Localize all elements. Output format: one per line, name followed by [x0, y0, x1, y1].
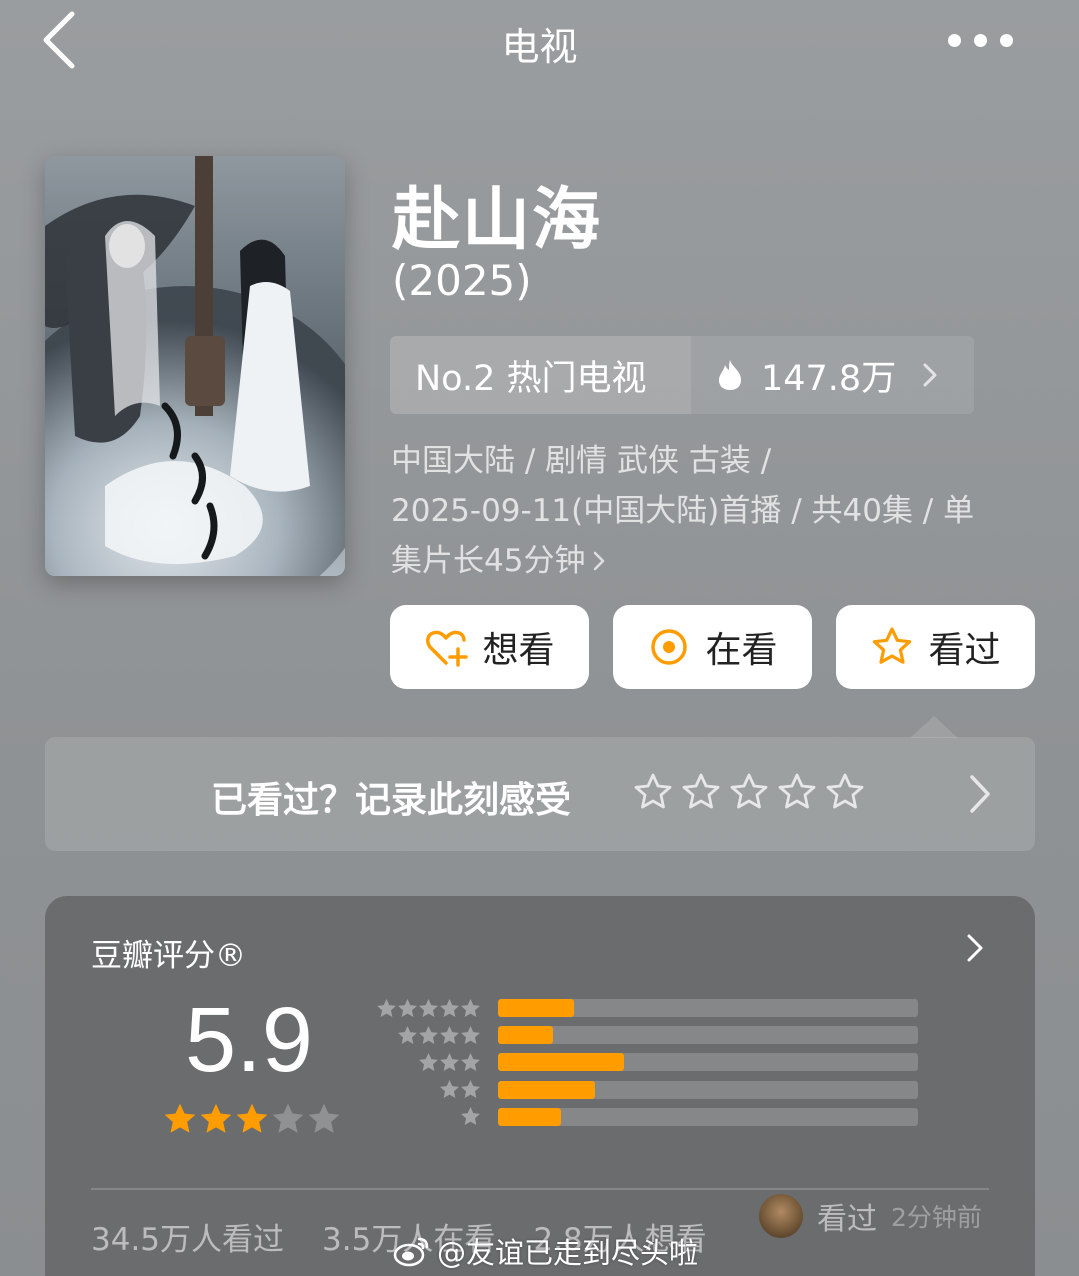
poster-image[interactable] [45, 156, 345, 576]
star-empty-icon [272, 1103, 304, 1133]
rating-score: 5.9 [185, 989, 313, 1091]
poster-art [45, 156, 345, 576]
show-title: 赴山海 [392, 181, 603, 260]
rank-badge[interactable]: No.2 热门电视 147.8万 [390, 336, 974, 414]
distribution-stars [375, 1079, 481, 1100]
meta-line-last: 集片长45分钟 [391, 536, 1031, 586]
star-outline-icon[interactable] [825, 772, 865, 812]
distribution-stars [375, 998, 481, 1019]
distribution-bar [498, 1026, 553, 1045]
star-icon [440, 1052, 459, 1071]
distribution-track [498, 1053, 918, 1072]
star-filled-icon [200, 1103, 232, 1133]
want-label: 想看 [482, 630, 555, 671]
watched-label: 看过 [928, 630, 1001, 671]
rating-stars [163, 1102, 341, 1136]
heat-value: 147.8万 [761, 358, 897, 399]
more-button[interactable] [948, 28, 1020, 52]
star-icon [440, 998, 459, 1017]
star-icon [398, 1025, 417, 1044]
chevron-right-icon [594, 551, 605, 571]
meta-line: 2025-09-11(中国大陆)首播 / 共40集 / 单 [391, 493, 975, 529]
fire-icon [719, 360, 741, 390]
more-icon-dot [974, 33, 987, 47]
star-icon [461, 1025, 480, 1044]
distribution-stars [375, 1052, 481, 1073]
watching-label: 在看 [705, 630, 778, 671]
meta-line: 中国大陆 / 剧情 武侠 古装 / [391, 443, 772, 479]
distribution-bar [498, 999, 574, 1017]
star-outline-icon [873, 627, 912, 664]
weibo-watermark: @友谊已走到尽头啦 [393, 1230, 698, 1272]
distribution-row [375, 997, 918, 1019]
star-icon [440, 1080, 459, 1099]
chevron-right-icon [970, 775, 990, 813]
rating-card[interactable]: 豆瓣评分® 5.9 34.5万人看过 3.5万人在看 2.8万人想看 看过 2分… [45, 896, 1035, 1276]
more-icon-dot [1000, 33, 1013, 47]
stat-watched[interactable]: 34.5万人看过 [91, 1214, 284, 1259]
want-to-watch-button[interactable]: 想看 [390, 605, 589, 689]
distribution-track [498, 1107, 918, 1126]
rate-prompt-text: 已看过？记录此刻感受 [211, 780, 572, 821]
watermark-text: @友谊已走到尽头啦 [437, 1236, 699, 1270]
friend-activity[interactable]: 看过 2分钟前 [759, 1194, 982, 1238]
distribution-row [375, 1079, 918, 1101]
watched-button[interactable]: 看过 [836, 605, 1035, 689]
star-icon [461, 1107, 480, 1126]
star-filled-icon [236, 1103, 268, 1133]
star-icon [398, 998, 417, 1017]
star-empty-icon [308, 1103, 340, 1133]
distribution-stars [375, 1025, 481, 1046]
distribution-row [375, 1051, 918, 1073]
chevron-right-icon [923, 363, 937, 387]
star-icon [461, 1080, 480, 1099]
star-icon [461, 1052, 480, 1071]
friend-action: 看过 [817, 1202, 877, 1237]
nav-title: 电视 [501, 25, 578, 69]
distribution-bar [498, 1107, 561, 1126]
distribution-stars [375, 1106, 481, 1127]
rating-label: 豆瓣评分® [91, 938, 246, 974]
rank-label: No.2 热门电视 [390, 336, 691, 414]
star-icon [461, 998, 480, 1017]
heat-indicator[interactable]: 147.8万 [691, 336, 974, 414]
tooltip-arrow [910, 716, 958, 738]
more-icon-dot [948, 33, 961, 47]
chevron-right-icon[interactable] [965, 932, 985, 964]
star-outline-icon[interactable] [633, 772, 673, 812]
distribution-bar [498, 1053, 624, 1072]
show-year: (2025) [392, 256, 532, 305]
star-icon [419, 1052, 438, 1071]
weibo-icon [393, 1237, 429, 1267]
rate-stars[interactable] [633, 772, 865, 812]
star-filled-icon [164, 1103, 196, 1133]
rate-prompt[interactable]: 已看过？记录此刻感受 [45, 737, 1035, 851]
distribution-bar [498, 1080, 595, 1099]
distribution-row [375, 1024, 918, 1046]
show-meta[interactable]: 中国大陆 / 剧情 武侠 古装 / 2025-09-11(中国大陆)首播 / 共… [391, 436, 1031, 586]
star-icon [419, 998, 438, 1017]
target-icon [651, 629, 688, 665]
star-outline-icon[interactable] [681, 772, 721, 812]
meta-line: 集片长45分钟 [391, 543, 586, 579]
watching-button[interactable]: 在看 [613, 605, 812, 689]
avatar [759, 1194, 803, 1238]
distribution-track [498, 1080, 918, 1099]
divider [91, 1188, 989, 1190]
distribution-row [375, 1106, 918, 1128]
friend-time: 2分钟前 [891, 1203, 982, 1232]
star-outline-icon[interactable] [729, 772, 769, 812]
heart-plus-icon [426, 630, 469, 667]
distribution-track [498, 1026, 918, 1045]
star-outline-icon[interactable] [777, 772, 817, 812]
distribution-track [498, 999, 918, 1017]
star-icon [440, 1025, 459, 1044]
star-icon [377, 998, 396, 1017]
star-icon [419, 1025, 438, 1044]
